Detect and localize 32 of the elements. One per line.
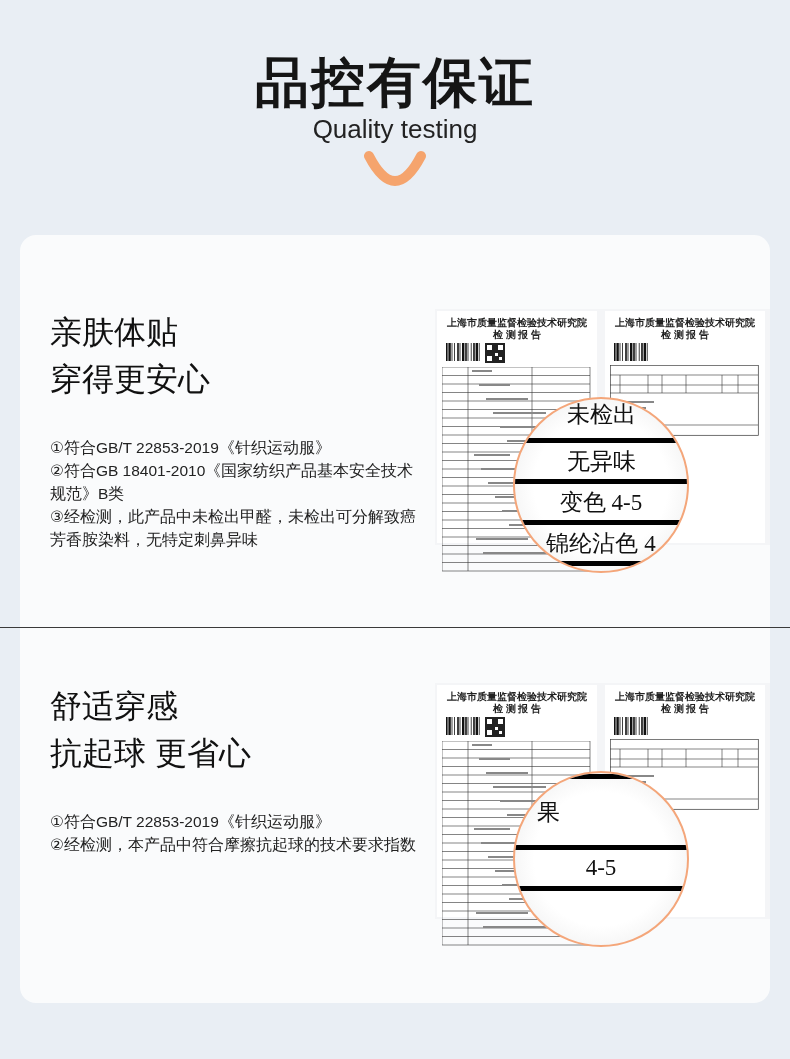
institute-name: 上海市质量监督检验技术研究院 [614, 317, 756, 329]
result-text: 锦纶沾色 4 [546, 529, 656, 558]
section-heading: 亲肤体贴 [50, 313, 179, 352]
institute-name: 上海市质量监督检验技术研究院 [446, 691, 588, 703]
spec-point: ①符合GB/T 22853-2019《针织运动服》 [50, 812, 332, 832]
qr-code-icon [485, 717, 506, 737]
page-subtitle: Quality testing [312, 114, 478, 144]
spec-point: ②经检测，本产品中符合摩擦抗起球的技术要求指数 [50, 835, 417, 855]
smile-icon [363, 150, 427, 186]
barcode-icon [614, 343, 650, 361]
section-heading: 舒适穿感 [50, 687, 179, 726]
result-text: 未检出 [566, 401, 636, 429]
result-text: 无异味 [566, 447, 636, 476]
spec-point: ①符合GB/T 22853-2019《针织运动服》 [50, 438, 332, 458]
barcode-icon [614, 717, 650, 735]
section-heading: 穿得更安心 [50, 360, 211, 399]
result-text: 4-5 [585, 855, 617, 881]
qr-code-icon [485, 343, 506, 363]
report-title: 检 测 报 告 [659, 703, 711, 715]
report-title: 检 测 报 告 [491, 329, 543, 341]
barcode-icon [446, 343, 482, 361]
spec-point: ②符合GB 18401-2010《国家纺织产品基本安全技术规范》B类 [50, 461, 415, 504]
spec-point: ③经检测，此产品中未检出甲醛，未检出可分解致癌芳香胺染料，无特定刺鼻异味 [50, 507, 417, 550]
page-title: 品控有保证 [255, 52, 535, 112]
barcode-icon [446, 717, 482, 735]
institute-name: 上海市质量监督检验技术研究院 [446, 317, 588, 329]
result-text: 果 [537, 798, 560, 827]
result-text: 变色 4-5 [559, 488, 643, 517]
report-title: 检 测 报 告 [491, 703, 543, 715]
institute-name: 上海市质量监督检验技术研究院 [614, 691, 756, 703]
section-heading: 抗起球 更省心 [50, 734, 252, 773]
report-title: 检 测 报 告 [659, 329, 711, 341]
